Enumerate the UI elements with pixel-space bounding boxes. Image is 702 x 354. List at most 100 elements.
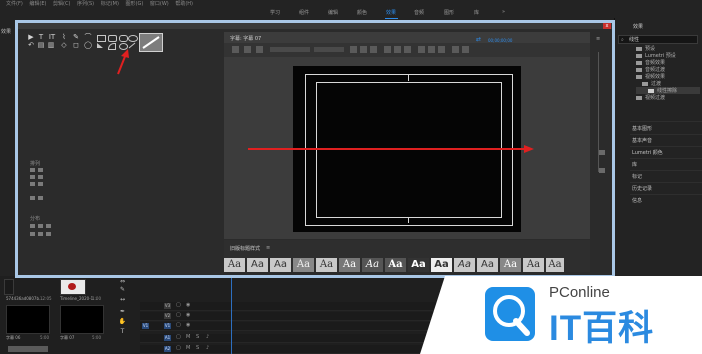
style-swatch[interactable]: Aa (500, 258, 521, 272)
media-thumbnail[interactable] (60, 279, 86, 295)
align-top-icon[interactable] (30, 175, 35, 179)
mic-icon[interactable]: ♪ (206, 345, 209, 351)
solo-icon[interactable]: S (196, 345, 199, 351)
align-right-icon[interactable] (30, 182, 35, 186)
close-button[interactable]: x (603, 23, 611, 29)
style-swatch[interactable]: Aa (247, 258, 268, 272)
align-left-button[interactable] (418, 46, 425, 53)
convert-anchor-tool-icon[interactable]: ⌒ (84, 33, 92, 41)
style-swatch[interactable]: Aa (362, 258, 383, 272)
font-family-select[interactable] (270, 47, 310, 52)
underline-button[interactable] (370, 46, 377, 53)
track-row[interactable]: V1 V1 ▢ ◉ (140, 322, 445, 331)
lock-icon[interactable]: ▢ (176, 322, 181, 328)
menu-item-file[interactable]: 文件(F) (6, 1, 23, 7)
pen-tool-icon[interactable]: ✒ (118, 308, 127, 316)
rounded-corner-tool-icon[interactable] (128, 35, 138, 42)
eye-icon[interactable]: ◉ (186, 322, 190, 328)
menu-item-edit[interactable]: 编辑(E) (29, 1, 46, 7)
lock-icon[interactable]: ▢ (176, 345, 181, 351)
style-swatch[interactable]: Aa (339, 258, 360, 272)
center-vertical-icon[interactable] (38, 196, 43, 200)
tree-item[interactable]: 音频过渡 (636, 66, 700, 73)
style-swatch[interactable]: Aa (454, 258, 475, 272)
rotate-tool-icon[interactable]: ↶ (27, 41, 35, 49)
tab-learn[interactable]: 学习 (270, 9, 280, 16)
lock-icon[interactable]: ▢ (176, 302, 181, 308)
workspace-overflow-button[interactable]: » (502, 9, 505, 15)
media-thumbnail[interactable] (4, 279, 14, 295)
type-tool-icon[interactable]: T (118, 328, 127, 336)
pen-tool-icon[interactable]: ✎ (72, 33, 80, 41)
tab-libraries[interactable]: 库 (474, 9, 479, 16)
track-row[interactable]: A1 ▢ M S ♪ (140, 334, 445, 343)
ellipse-tool-icon-small[interactable]: ◯ (84, 41, 92, 49)
delete-anchor-tool-icon[interactable]: ◻ (72, 41, 80, 49)
align-left-icon[interactable] (30, 168, 35, 172)
razor-tool-icon[interactable]: ✎ (118, 286, 127, 294)
eye-icon[interactable]: ◉ (186, 302, 190, 308)
menu-item-marker[interactable]: 标记(M) (101, 1, 119, 7)
panel-essential-graphics[interactable]: 基本图形 (632, 125, 652, 132)
panel-history[interactable]: 历史记录 (632, 185, 652, 192)
lock-icon[interactable]: ▢ (176, 334, 181, 340)
dialog-titlebar[interactable] (18, 23, 612, 29)
sync-icon[interactable]: ⇄ (476, 36, 481, 43)
style-swatch[interactable]: Aa (477, 258, 498, 272)
mute-icon[interactable]: M (186, 334, 190, 340)
selection-tool-icon[interactable]: ▶ (27, 33, 35, 41)
style-swatch[interactable]: Aa (316, 258, 337, 272)
lock-icon[interactable]: ▢ (176, 312, 181, 318)
panel-essential-sound[interactable]: 基本声音 (632, 137, 652, 144)
add-anchor-tool-icon[interactable]: ◇ (60, 41, 68, 49)
font-style-select[interactable] (314, 47, 344, 52)
source-patch[interactable]: V1 (142, 323, 149, 329)
style-swatch[interactable]: Aa (546, 258, 564, 272)
font-size-field[interactable] (384, 46, 391, 53)
tree-item[interactable]: 音频效果 (636, 59, 700, 66)
tree-item[interactable]: 预设 (636, 45, 700, 52)
tab-audio[interactable]: 音频 (414, 9, 424, 16)
tree-item[interactable]: Lumetri 预设 (636, 52, 700, 59)
tree-item[interactable]: 过渡 (636, 80, 700, 87)
tab-effects[interactable]: 效果 (386, 9, 396, 16)
distribute-icon[interactable] (38, 232, 43, 236)
wedge-tool-icon[interactable] (97, 43, 103, 48)
show-background-button[interactable] (462, 46, 469, 53)
kerning-field[interactable] (394, 46, 401, 53)
menu-item-help[interactable]: 帮助(H) (175, 1, 193, 7)
tab-color[interactable]: 颜色 (357, 9, 367, 16)
leading-field[interactable] (404, 46, 411, 53)
media-thumbnail[interactable] (6, 305, 50, 334)
vertical-area-type-tool-icon[interactable]: ▥ (47, 41, 55, 49)
tab-graphics[interactable]: 图形 (444, 9, 454, 16)
playhead-line[interactable] (231, 278, 232, 354)
tab-editing[interactable]: 编辑 (328, 9, 338, 16)
tab-stops-button[interactable] (452, 46, 459, 53)
style-swatch[interactable]: Aa (224, 258, 245, 272)
style-swatch[interactable]: Aa (408, 258, 429, 272)
distribute-icon[interactable] (46, 232, 51, 236)
panel-menu-icon[interactable]: ≡ (596, 36, 600, 42)
line-tool-button[interactable] (139, 33, 163, 52)
solo-icon[interactable]: S (196, 334, 199, 340)
vertical-type-tool-icon[interactable]: IT (47, 33, 57, 41)
track-row[interactable]: V2 ▢ ◉ (140, 312, 445, 321)
style-swatch[interactable]: Aa (270, 258, 291, 272)
panel-menu-icon[interactable]: ≡ (266, 245, 270, 251)
area-type-tool-icon[interactable]: ▤ (37, 41, 45, 49)
panel-lumetri-color[interactable]: Lumetri 颜色 (632, 149, 663, 156)
property-toggle-icon[interactable] (599, 150, 605, 155)
style-swatch[interactable]: Aa (523, 258, 544, 272)
panel-libraries[interactable]: 库 (632, 161, 637, 168)
property-toggle-icon[interactable] (599, 168, 605, 173)
align-right-button[interactable] (438, 46, 445, 53)
style-swatch[interactable]: Aa (431, 258, 452, 272)
slip-tool-icon[interactable]: ↔ (118, 296, 127, 304)
timecode[interactable]: 00;00;00;00 (488, 38, 512, 43)
templates-button[interactable] (256, 46, 263, 53)
effects-search-input[interactable]: ⌕ 线性 (618, 35, 698, 44)
bold-button[interactable] (350, 46, 357, 53)
tree-item[interactable]: 视频过渡 (636, 94, 700, 101)
tree-item[interactable]: 视频效果 (636, 73, 700, 80)
